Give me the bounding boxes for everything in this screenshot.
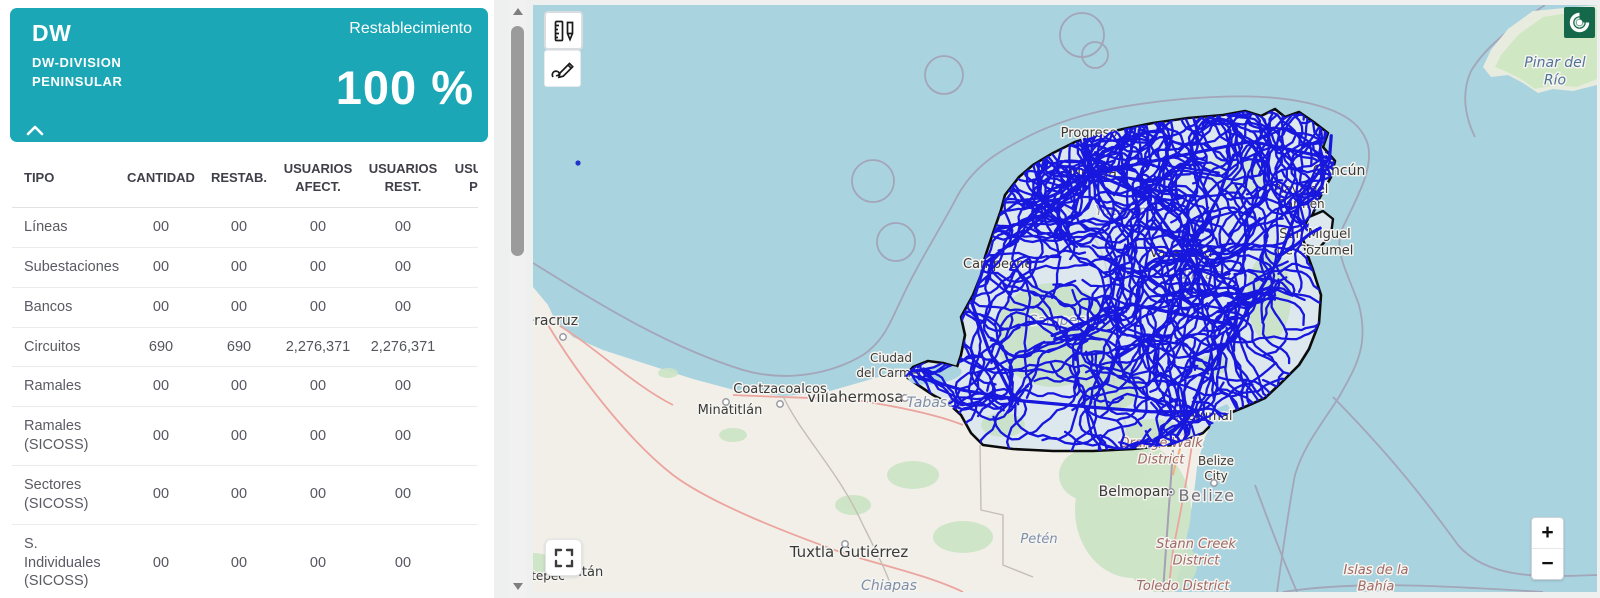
division-name: DW-DIVISION PENINSULAR [32,54,123,92]
table-row: Ramales (SICOSS)0000000000 [12,407,478,466]
row-value: 00 [202,367,276,407]
map-label: Belmopan [1099,484,1170,500]
row-value: 00 [276,287,360,327]
table-row: Circuitos6906902,276,3712,276,37100 [12,327,478,367]
row-value: 00 [360,524,446,598]
row-label: Sectores (SICOSS) [12,466,120,525]
row-value: 00 [446,367,478,407]
table-row: Sectores (SICOSS)0000000000 [12,466,478,525]
zoom-out-button[interactable]: − [1532,549,1563,579]
panel-scrollbar[interactable] [509,0,527,598]
fullscreen-button[interactable] [545,539,582,576]
division-code: DW [32,20,71,47]
row-value: 00 [360,247,446,287]
row-value: 00 [202,287,276,327]
scrollbar-thumb[interactable] [511,26,524,256]
row-value: 00 [446,327,478,367]
map-label: Coatzacoalcos [733,382,827,397]
swirl-logo-icon [1564,7,1595,38]
map-label: Petén [1020,532,1057,547]
row-label: Circuitos [12,327,120,367]
table-row: Líneas0000000000 [12,208,478,248]
column-header: USUARIOS PEND. [446,146,478,208]
pencil-draw-icon [550,56,576,82]
isolated-network-dot [575,160,580,165]
row-value: 00 [120,466,202,525]
row-label: Ramales [12,367,120,407]
row-value: 00 [446,208,478,248]
row-value: 00 [276,208,360,248]
row-value: 2,276,371 [360,327,446,367]
row-label: Líneas [12,208,120,248]
row-value: 00 [276,367,360,407]
row-value: 00 [276,407,360,466]
row-value: 00 [120,208,202,248]
restoration-panel: DW DW-DIVISION PENINSULAR Restablecimien… [0,0,494,598]
row-value: 00 [360,407,446,466]
row-value: 00 [120,247,202,287]
fullscreen-icon [554,548,574,568]
map-canvas[interactable]: ProgresoMéridaCampecheValladolidCancúnPl… [533,5,1597,592]
row-value: 00 [276,247,360,287]
row-value: 00 [120,524,202,598]
measure-tool-button[interactable] [544,11,583,50]
row-label: Ramales (SICOSS) [12,407,120,466]
row-value: 00 [202,407,276,466]
row-value: 00 [202,247,276,287]
row-value: 00 [360,367,446,407]
table-row: Subestaciones0000000000 [12,247,478,287]
row-label: Bancos [12,287,120,327]
zoom-controls: + − [1531,517,1564,580]
row-value: 00 [446,407,478,466]
row-value: 00 [360,287,446,327]
column-header: RESTAB. [202,146,276,208]
division-header-card: DW DW-DIVISION PENINSULAR Restablecimien… [10,8,488,142]
row-value: 690 [120,327,202,367]
row-value: 00 [202,208,276,248]
table-row: S. Individuales (SICOSS)0000000000 [12,524,478,598]
row-label: S. Individuales (SICOSS) [12,524,120,598]
restoration-table: TIPOCANTIDADRESTAB.USUARIOS AFECT.USUARI… [12,146,478,598]
scrollbar-down-arrow-icon[interactable] [513,583,523,590]
row-value: 690 [202,327,276,367]
restoration-table-container: TIPOCANTIDADRESTAB.USUARIOS AFECT.USUARI… [12,146,478,598]
scrollbar-up-arrow-icon[interactable] [513,8,523,15]
ruler-pen-icon [552,19,576,43]
row-value: 00 [120,287,202,327]
column-header: TIPO [12,146,120,208]
zoom-in-button[interactable]: + [1532,518,1563,549]
map-label: Minatitlán [698,403,763,418]
row-value: 00 [446,247,478,287]
table-row: Ramales0000000000 [12,367,478,407]
row-value: 00 [446,524,478,598]
table-row: Bancos0000000000 [12,287,478,327]
geo-logo-button[interactable] [1564,7,1595,38]
map-label: Veracruz [533,313,578,329]
restoration-label: Restablecimiento [349,20,472,38]
column-header: CANTIDAD [120,146,202,208]
column-header: USUARIOS AFECT. [276,146,360,208]
row-value: 00 [202,466,276,525]
row-value: 00 [446,287,478,327]
row-value: 00 [360,466,446,525]
dashboard-screen: DW DW-DIVISION PENINSULAR Restablecimien… [0,0,1600,598]
restoration-percent: 100 % [336,60,474,115]
map-label: Belize [1179,486,1236,505]
collapse-chevron-up-icon[interactable] [26,124,44,136]
column-header: USUARIOS REST. [360,146,446,208]
row-label: Subestaciones [12,247,120,287]
row-value: 00 [276,466,360,525]
row-value: 00 [446,466,478,525]
row-value: 2,276,371 [276,327,360,367]
map-label: Toledo District [1137,579,1231,592]
row-value: 00 [202,524,276,598]
row-value: 00 [120,407,202,466]
row-value: 00 [276,524,360,598]
map-svg[interactable]: ProgresoMéridaCampecheValladolidCancúnPl… [533,5,1597,592]
draw-tool-button[interactable] [544,50,581,87]
map-label: Chiapas [861,578,917,592]
row-value: 00 [360,208,446,248]
table-header-row: TIPOCANTIDADRESTAB.USUARIOS AFECT.USUARI… [12,146,478,208]
row-value: 00 [120,367,202,407]
